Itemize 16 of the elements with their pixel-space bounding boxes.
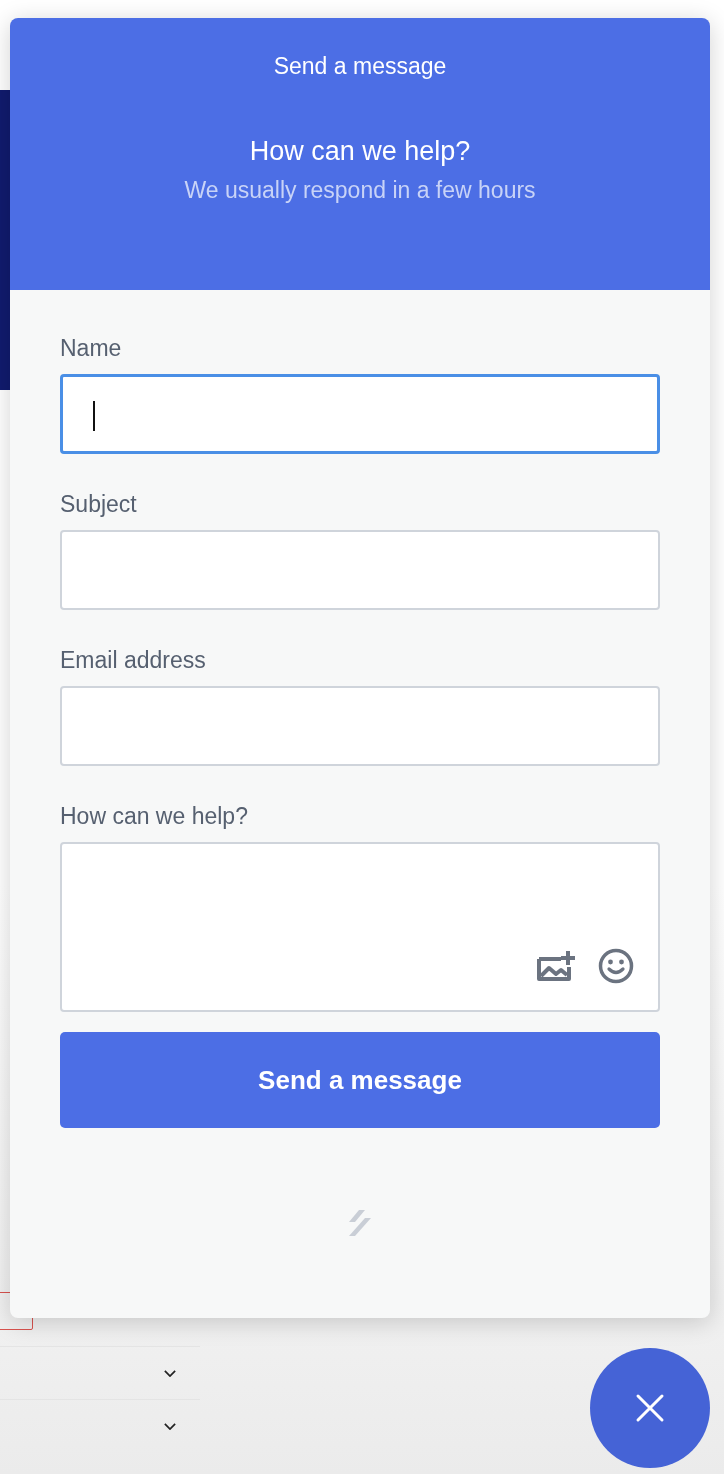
- add-image-icon[interactable]: [536, 948, 576, 984]
- chevron-down-icon[interactable]: [164, 1422, 176, 1430]
- emoji-icon[interactable]: [596, 948, 636, 984]
- close-icon[interactable]: [635, 1393, 665, 1423]
- widget-heading: How can we help?: [249, 136, 471, 167]
- logo-icon: [347, 1208, 373, 1238]
- field-label: How can we help?: [60, 802, 249, 830]
- field-label: Email address: [60, 646, 207, 674]
- field-label: Name: [60, 334, 123, 362]
- widget-title: Send a message: [273, 53, 447, 80]
- message-field[interactable]: [60, 842, 660, 1012]
- input-field[interactable]: [60, 374, 660, 454]
- chevron-down-icon[interactable]: [164, 1369, 176, 1377]
- field-label: Subject: [60, 490, 138, 518]
- widget-subheading: We usually respond in a few hours: [184, 177, 536, 204]
- send-button[interactable]: Send a message: [60, 1032, 660, 1128]
